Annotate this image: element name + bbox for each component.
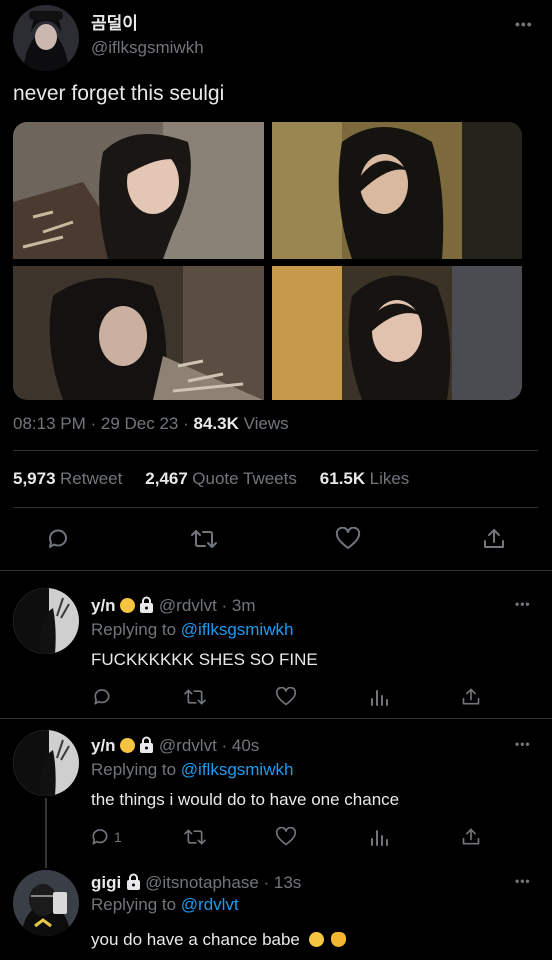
- share-icon[interactable]: [459, 825, 483, 849]
- replying-to-link[interactable]: @iflksgsmiwkh: [181, 760, 294, 779]
- reply-name[interactable]: y/n: [91, 736, 116, 755]
- replying-prefix: Replying to: [91, 620, 181, 639]
- reply-count: 1: [114, 829, 122, 845]
- quotes-count: 2,467: [145, 469, 188, 488]
- reply-avatar[interactable]: [13, 588, 79, 654]
- likes-stat[interactable]: 61.5K Likes: [319, 469, 410, 488]
- reply-name[interactable]: gigi: [91, 873, 121, 892]
- author-handle[interactable]: @iflksgsmiwkh: [91, 38, 204, 58]
- likes-label: Likes: [369, 469, 410, 488]
- views-icon[interactable]: [367, 685, 391, 709]
- emoji-icon: [120, 738, 136, 753]
- replying-to-link[interactable]: @rdvlvt: [181, 895, 239, 914]
- pensive-emoji-icon: [308, 932, 324, 947]
- replying-prefix: Replying to: [91, 760, 181, 779]
- quotes-stat[interactable]: 2,467 Quote Tweets: [145, 469, 297, 488]
- reply-handle[interactable]: @itsnotaphase · 13s: [145, 873, 301, 892]
- retweets-label: Retweet: [60, 469, 123, 488]
- reply-icon[interactable]: 1: [90, 825, 130, 849]
- tweet-text: never forget this seulgi: [13, 82, 225, 105]
- lock-icon: [126, 873, 140, 890]
- reply-text-row: you do have a chance babe: [91, 930, 347, 950]
- divider: [13, 450, 538, 451]
- reply-header: y/n @rdvlvt · 40s: [91, 736, 259, 756]
- like-icon[interactable]: [274, 685, 298, 709]
- reply-handle[interactable]: @rdvlvt · 3m: [159, 596, 256, 615]
- reply-icon[interactable]: [44, 525, 72, 553]
- retweets-stat[interactable]: 5,973 Retweet: [13, 469, 123, 488]
- author-avatar[interactable]: [13, 5, 79, 71]
- reply-header: gigi @itsnotaphase · 13s: [91, 873, 301, 893]
- replying-to: Replying to @iflksgsmiwkh: [91, 760, 293, 780]
- tweet-photo-4[interactable]: [272, 266, 522, 400]
- like-icon[interactable]: [334, 525, 362, 553]
- divider: [13, 507, 538, 508]
- more-icon[interactable]: •••: [515, 597, 531, 611]
- replying-to-link[interactable]: @iflksgsmiwkh: [181, 620, 294, 639]
- share-icon[interactable]: [459, 685, 483, 709]
- emoji-icon: [120, 598, 136, 613]
- reply-avatar[interactable]: [13, 870, 79, 936]
- replying-to: Replying to @rdvlvt: [91, 895, 239, 915]
- more-icon[interactable]: •••: [515, 737, 531, 751]
- retweets-count: 5,973: [13, 469, 56, 488]
- share-icon[interactable]: [480, 525, 508, 553]
- reply-text: the things i would do to have one chance: [91, 790, 400, 809]
- more-icon[interactable]: •••: [515, 874, 531, 888]
- lock-icon: [140, 596, 154, 613]
- views-icon[interactable]: [367, 825, 391, 849]
- retweet-icon[interactable]: [189, 525, 219, 553]
- views-label: Views: [238, 414, 289, 433]
- tweet-photo-1[interactable]: [13, 122, 264, 259]
- tweet-photo-2[interactable]: [272, 122, 522, 259]
- reply-icon[interactable]: [90, 685, 114, 709]
- heart-hands-emoji-icon: [331, 932, 347, 947]
- divider: [0, 570, 552, 571]
- tweet-time: 08:13 PM · 29 Dec 23 ·: [13, 414, 194, 433]
- replying-to: Replying to @iflksgsmiwkh: [91, 620, 293, 640]
- views-count: 84.3K: [193, 414, 239, 433]
- likes-count: 61.5K: [319, 469, 366, 488]
- stats-row: 5,973 Retweet 2,467 Quote Tweets 61.5K L…: [13, 469, 409, 489]
- retweet-icon[interactable]: [182, 685, 208, 709]
- reply-handle[interactable]: @rdvlvt · 40s: [159, 736, 259, 755]
- author-name[interactable]: 곰덜이: [91, 9, 138, 34]
- more-icon[interactable]: •••: [515, 16, 533, 32]
- tweet-photo-3[interactable]: [13, 266, 264, 400]
- thread-line: [45, 798, 47, 868]
- quotes-label: Quote Tweets: [192, 469, 297, 488]
- reply-text: you do have a chance babe: [91, 930, 300, 949]
- reply-name[interactable]: y/n: [91, 596, 116, 615]
- retweet-icon[interactable]: [182, 825, 208, 849]
- tweet-timestamp: 08:13 PM · 29 Dec 23 · 84.3K Views: [13, 414, 289, 434]
- divider: [0, 718, 552, 719]
- reply-avatar[interactable]: [13, 730, 79, 796]
- replying-prefix: Replying to: [91, 895, 181, 914]
- like-icon[interactable]: [274, 825, 298, 849]
- lock-icon: [140, 736, 154, 753]
- reply-header: y/n @rdvlvt · 3m: [91, 596, 256, 616]
- reply-text: FUCKKKKKK SHES SO FINE: [91, 650, 318, 669]
